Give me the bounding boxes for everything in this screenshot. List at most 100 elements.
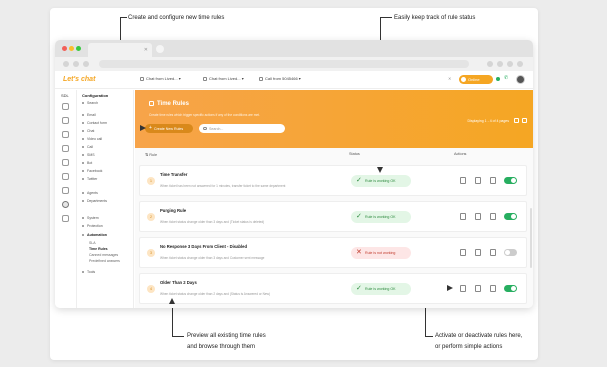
trash-icon[interactable] [490,285,496,292]
edit-icon[interactable] [475,177,481,184]
users-icon[interactable] [62,173,69,180]
sidebar-item-bot[interactable]: Bot [82,161,92,165]
call-tab[interactable]: Call from 5045466 ▾ [259,76,301,81]
x-icon: ✕ [356,249,362,256]
mail-icon[interactable] [62,117,69,124]
online-status-toggle[interactable]: Online [459,75,493,84]
trash-icon[interactable] [490,249,496,256]
extension-icon[interactable] [487,61,493,67]
app-logo: Let's chat [63,76,96,83]
phone-icon[interactable]: ✆ [504,75,508,81]
table-row[interactable]: 4 Older Than 2 Days When ticket status c… [139,273,527,304]
forward-button[interactable] [73,61,79,67]
chat-icon[interactable] [62,131,69,138]
sidebar-item-protection[interactable]: Protection [82,224,103,228]
back-button[interactable] [63,61,69,67]
table-row[interactable]: 1 Time Transfer When ticket has been not… [139,165,527,196]
sidebar-item-sms[interactable]: SMS [82,153,95,157]
phone-icon [259,76,263,81]
maximize-window-dot[interactable] [76,46,81,51]
edit-icon[interactable] [475,285,481,292]
sidebar-item-chat[interactable]: Chat [82,129,94,133]
dashboard-icon[interactable] [62,103,69,110]
annotation-create: Create and configure new time rules [128,15,225,21]
rule-description: When ticket status change older than 2 d… [160,292,271,296]
shield-icon[interactable] [62,215,69,222]
search-icon [82,102,84,105]
column-header-rule[interactable]: ⇅ Rule [145,152,157,157]
url-input[interactable] [99,60,469,68]
phone-icon[interactable] [62,145,69,152]
annotation-actions-line2: or perform simple actions [435,344,503,350]
sidebar-item-search[interactable]: Search [82,101,98,105]
menu-icon[interactable] [517,61,523,67]
chat-tab[interactable]: Chat from Lived... ▾ [203,76,244,81]
table-row[interactable]: 3 No Response 3 Days From Client - Disab… [139,237,527,268]
book-icon[interactable] [62,187,69,194]
copy-icon[interactable] [460,249,466,256]
sidebar-item-facebook[interactable]: Facebook [82,169,102,173]
minimize-window-dot[interactable] [69,46,74,51]
sidebar-item-tools[interactable]: Tools [82,270,95,274]
annotation-preview-line1: Preview all existing time rules [187,333,266,339]
browser-urlbar [55,57,533,71]
copy-icon[interactable] [460,177,466,184]
sidebar-item-automation[interactable]: Automation [82,233,107,237]
chat-icon [82,130,84,133]
rule-toggle[interactable] [504,249,517,256]
delete-icon[interactable] [522,118,527,123]
sidebar-subitem-time-rules[interactable]: Time Rules [89,247,108,251]
trash-icon[interactable] [490,213,496,220]
form-icon [82,122,84,125]
create-new-rules-button[interactable]: Create New Rules [145,124,193,133]
phone-icon [82,146,84,149]
trash-icon[interactable] [490,177,496,184]
sidebar-subitem-sla[interactable]: SLA [89,241,96,245]
sidebar-item-contact-form[interactable]: Contact form [82,121,107,125]
system-icon [82,217,84,220]
sidebar-item-email[interactable]: Email [82,113,96,117]
sms-icon[interactable] [62,159,69,166]
extension-icon[interactable] [497,61,503,67]
check-icon: ✓ [356,213,362,220]
sidebar-item-departments[interactable]: Departments [82,199,107,203]
avatar[interactable] [516,75,525,84]
facebook-icon [82,170,84,173]
new-tab-button[interactable] [156,45,164,53]
browser-tab[interactable]: ✕ [88,43,152,57]
sidebar-item-system[interactable]: System [82,216,99,220]
table-row[interactable]: 2 Purging Rule When ticket status change… [139,201,527,232]
rule-title: Time Transfer [160,172,188,177]
close-window-dot[interactable] [62,46,67,51]
rule-toggle[interactable] [504,213,517,220]
sidebar-item-twitter[interactable]: Twitter [82,177,97,181]
rule-toggle[interactable] [504,177,517,184]
rule-toggle[interactable] [504,285,517,292]
status-dot-icon [496,77,500,81]
search-input[interactable]: Search... [199,124,285,133]
arrowhead-create [140,125,146,131]
reload-button[interactable] [83,61,89,67]
automation-icon [82,234,84,237]
sidebar-subitem-predefined-answers[interactable]: Predefined answers [89,259,120,263]
chat-tab[interactable]: Chat from Lived... ▾ [140,76,181,81]
tab-close-icon[interactable]: ✕ [144,47,148,53]
browser-window: ✕ Let's chat Chat from Lived... ▾ Chat f… [55,40,533,308]
row-number: 1 [147,177,155,185]
sidebar-item-video-call[interactable]: Video call [82,137,102,141]
shield-icon [82,225,84,228]
settings-icon[interactable] [62,201,69,208]
copy-icon[interactable] [460,285,466,292]
edit-icon[interactable] [475,249,481,256]
scrollbar[interactable] [530,208,532,268]
sidebar-subitem-canned-messages[interactable]: Canned messages [89,253,118,257]
chat-icon [203,76,207,81]
edit-icon[interactable] [475,213,481,220]
sidebar-item-agents[interactable]: Agents [82,191,98,195]
refresh-icon[interactable] [514,118,519,123]
sidebar-item-call[interactable]: Call [82,145,93,149]
close-tabs-icon[interactable]: ✕ [448,76,451,81]
profile-icon[interactable] [507,61,513,67]
copy-icon[interactable] [460,213,466,220]
annotation-actions: Activate or deactivate rules here, or pe… [435,332,522,351]
